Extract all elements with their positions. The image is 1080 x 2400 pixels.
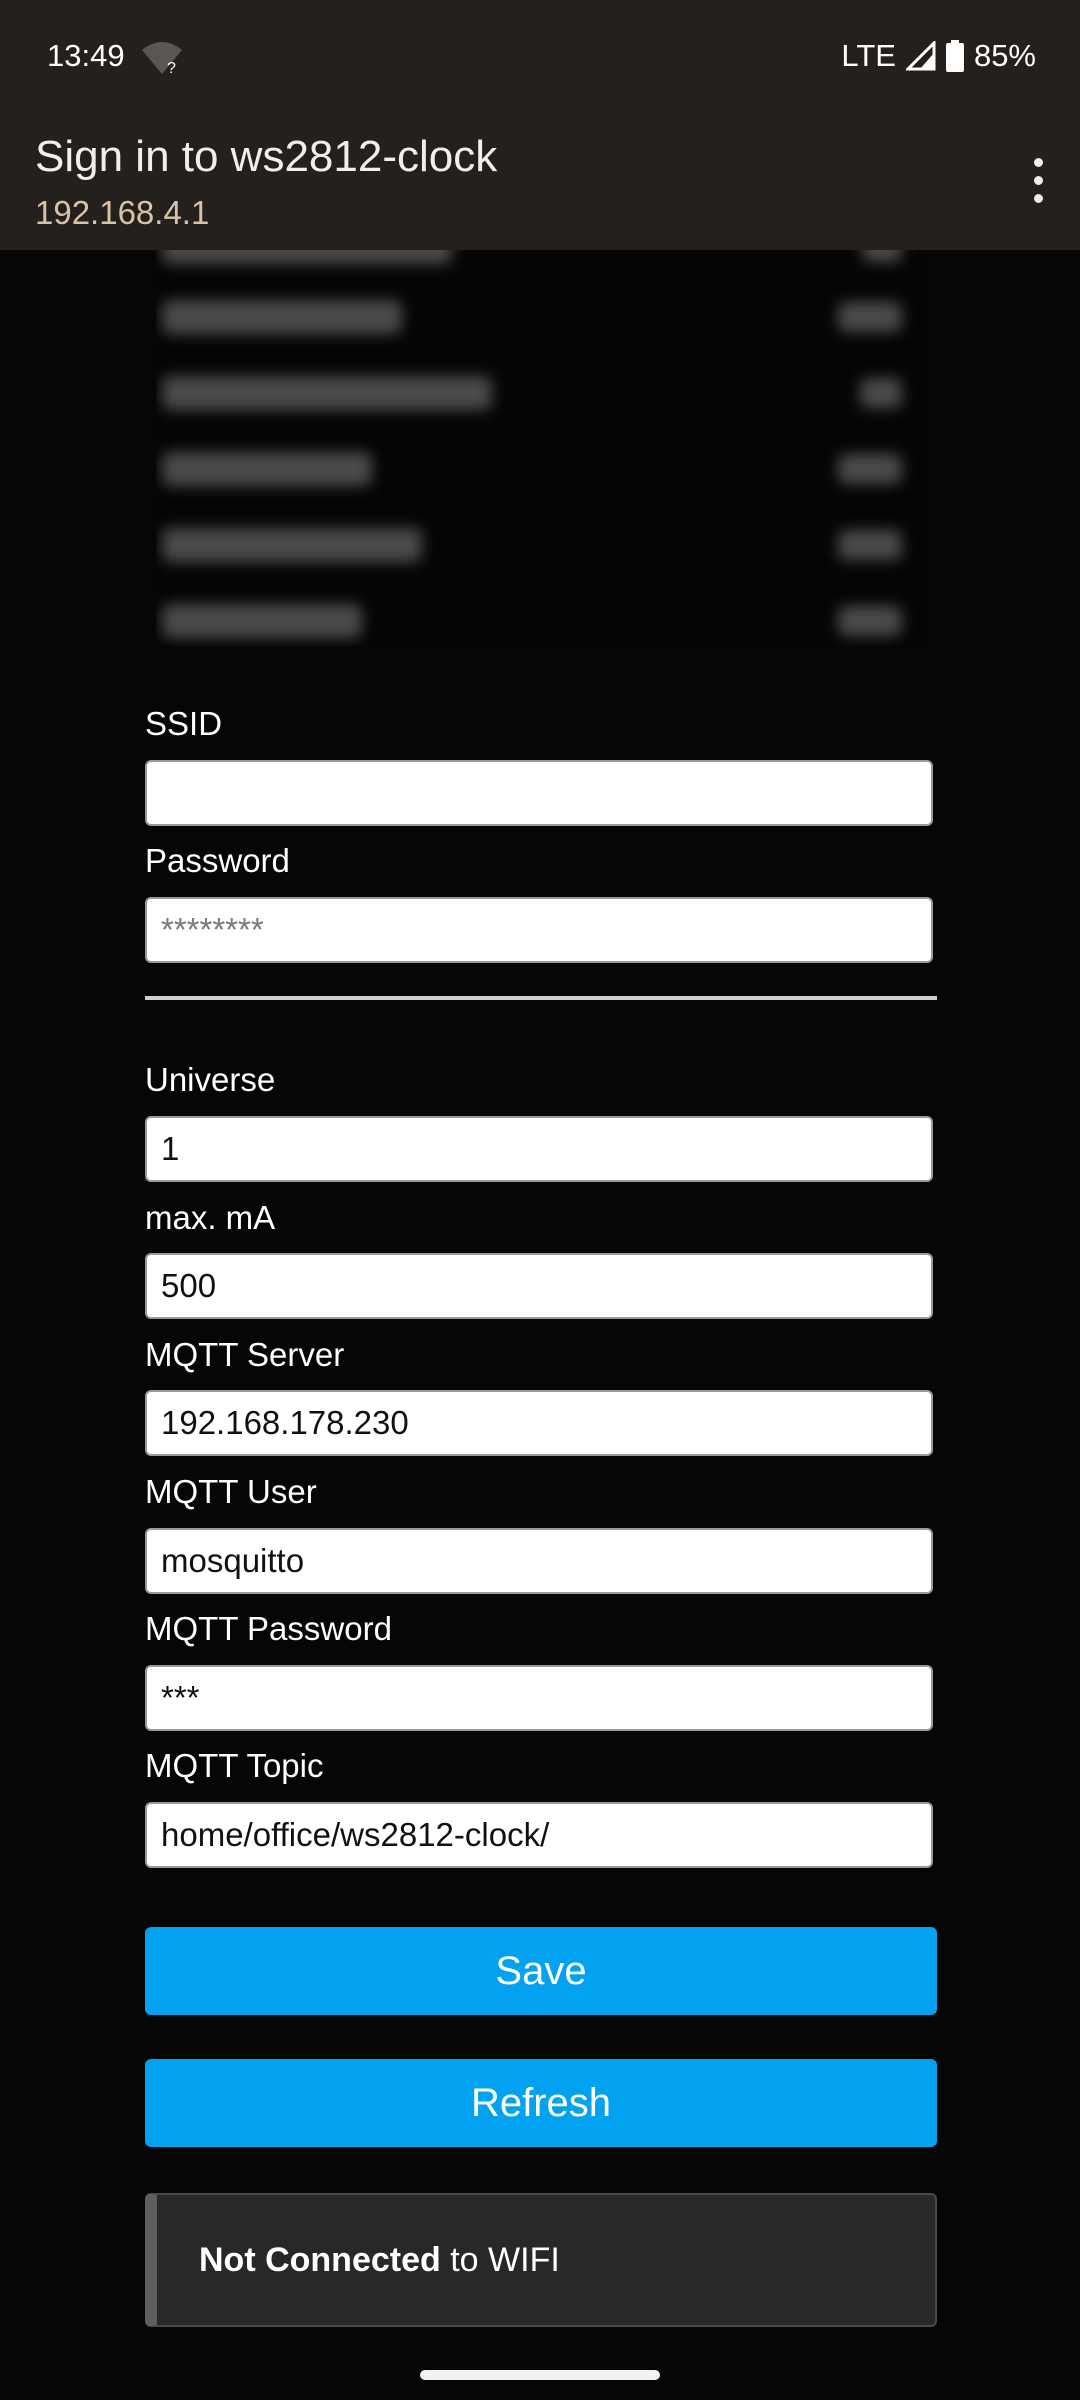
battery-percent: 85%: [973, 38, 1036, 73]
cell-signal-icon: [905, 41, 936, 71]
page-title: Sign in to ws2812-clock: [35, 132, 498, 181]
page-url: 192.168.4.1: [35, 194, 210, 231]
ssid-field[interactable]: [145, 760, 933, 826]
home-handle[interactable]: [420, 2370, 660, 2380]
universe-field[interactable]: 1: [145, 1116, 933, 1182]
mqtt-password-field[interactable]: ***: [145, 1665, 933, 1731]
mqtt-server-value: 192.168.178.230: [161, 1404, 409, 1441]
network-type: LTE: [841, 38, 896, 73]
ssid-label: SSID: [145, 705, 223, 742]
status-bar: 13:49 ? LTE 85%: [0, 0, 1080, 120]
connection-status-text: to WIFI: [440, 2240, 560, 2279]
universe-label: Universe: [145, 1061, 276, 1098]
divider: [145, 996, 937, 1000]
mqtt-server-label: MQTT Server: [145, 1336, 345, 1373]
universe-value: 1: [161, 1130, 180, 1167]
network-item[interactable]: [156, 292, 924, 342]
mqtt-user-field[interactable]: mosquitto: [145, 1528, 933, 1594]
mqtt-user-value: mosquitto: [161, 1542, 305, 1579]
mqtt-topic-field[interactable]: home/office/ws2812-clock/: [145, 1802, 933, 1868]
network-item[interactable]: [156, 250, 924, 272]
password-label: Password: [145, 842, 290, 879]
app-bar: Sign in to ws2812-clock 192.168.4.1: [0, 120, 1080, 250]
status-time: 13:49: [47, 38, 125, 73]
mqtt-user-label: MQTT User: [145, 1473, 317, 1510]
refresh-button[interactable]: Refresh: [145, 2059, 937, 2147]
wifi-unknown-icon: ?: [142, 42, 182, 76]
mqtt-topic-label: MQTT Topic: [145, 1747, 324, 1784]
network-item[interactable]: [156, 520, 924, 570]
battery-icon: [945, 40, 964, 72]
status-right: LTE 85%: [841, 38, 1036, 74]
max-ma-field[interactable]: 500: [145, 1253, 933, 1319]
more-vert-icon[interactable]: [1032, 158, 1044, 203]
mqtt-server-field[interactable]: 192.168.178.230: [145, 1390, 933, 1456]
connection-status: Not Connected to WIFI: [145, 2193, 937, 2327]
network-item[interactable]: [156, 444, 924, 494]
mqtt-password-label: MQTT Password: [145, 1610, 392, 1647]
network-item[interactable]: [156, 368, 924, 418]
svg-text:?: ?: [167, 60, 176, 76]
navigation-bar: [0, 2346, 1080, 2400]
max-ma-value: 500: [161, 1267, 217, 1304]
network-item[interactable]: [156, 596, 924, 646]
max-ma-label: max. mA: [145, 1199, 276, 1236]
mqtt-topic-value: home/office/ws2812-clock/: [161, 1816, 550, 1853]
password-field[interactable]: ********: [145, 897, 933, 963]
password-placeholder: ********: [161, 911, 264, 948]
save-button[interactable]: Save: [145, 1927, 937, 2015]
connection-status-bold: Not Connected: [199, 2240, 441, 2279]
mqtt-password-value: ***: [161, 1679, 200, 1716]
network-list: [156, 250, 924, 646]
